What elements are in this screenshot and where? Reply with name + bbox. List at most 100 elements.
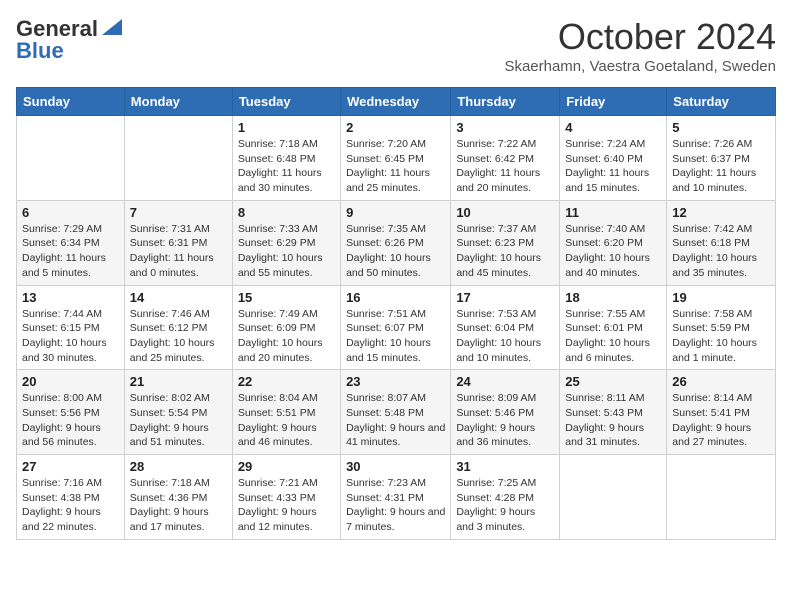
header-tuesday: Tuesday — [232, 88, 340, 116]
calendar-cell: 19 Sunrise: 7:58 AMSunset: 5:59 PMDayligh… — [667, 285, 776, 370]
day-info: Sunrise: 7:25 AMSunset: 4:28 PMDaylight:… — [456, 476, 554, 535]
calendar-cell: 8 Sunrise: 7:33 AMSunset: 6:29 PMDaylight… — [232, 200, 340, 285]
calendar-cell: 23 Sunrise: 8:07 AMSunset: 5:48 PMDayligh… — [341, 370, 451, 455]
header-friday: Friday — [560, 88, 667, 116]
day-info: Sunrise: 7:46 AMSunset: 6:12 PMDaylight:… — [130, 307, 227, 366]
day-number: 1 — [238, 120, 335, 135]
day-info: Sunrise: 7:58 AMSunset: 5:59 PMDaylight:… — [672, 307, 770, 366]
calendar-cell — [124, 116, 232, 201]
day-info: Sunrise: 7:22 AMSunset: 6:42 PMDaylight:… — [456, 137, 554, 196]
day-info: Sunrise: 8:07 AMSunset: 5:48 PMDaylight:… — [346, 391, 445, 450]
header-wednesday: Wednesday — [341, 88, 451, 116]
day-number: 7 — [130, 205, 227, 220]
calendar-cell: 6 Sunrise: 7:29 AMSunset: 6:34 PMDaylight… — [17, 200, 125, 285]
day-number: 23 — [346, 374, 445, 389]
day-number: 12 — [672, 205, 770, 220]
day-info: Sunrise: 7:29 AMSunset: 6:34 PMDaylight:… — [22, 222, 119, 281]
day-number: 14 — [130, 290, 227, 305]
calendar-week-2: 13Sunrise: 7:44 AMSunset: 6:15 PMDayligh… — [17, 285, 776, 370]
calendar-cell: 12 Sunrise: 7:42 AMSunset: 6:18 PMDayligh… — [667, 200, 776, 285]
day-info: Sunrise: 7:24 AMSunset: 6:40 PMDaylight:… — [565, 137, 661, 196]
page-header: General Blue October 2024 Skaerhamn, Vae… — [16, 16, 776, 75]
day-info: Sunrise: 7:53 AMSunset: 6:04 PMDaylight:… — [456, 307, 554, 366]
day-number: 8 — [238, 205, 335, 220]
calendar-cell: 29 Sunrise: 7:21 AMSunset: 4:33 PMDayligh… — [232, 455, 340, 540]
day-number: 9 — [346, 205, 445, 220]
day-info: Sunrise: 7:20 AMSunset: 6:45 PMDaylight:… — [346, 137, 445, 196]
calendar-cell: 28Sunrise: 7:18 AMSunset: 4:36 PMDayligh… — [124, 455, 232, 540]
logo-icon — [102, 19, 122, 35]
day-info: Sunrise: 7:51 AMSunset: 6:07 PMDaylight:… — [346, 307, 445, 366]
calendar-week-4: 27Sunrise: 7:16 AMSunset: 4:38 PMDayligh… — [17, 455, 776, 540]
calendar-cell — [667, 455, 776, 540]
calendar-cell: 18Sunrise: 7:55 AMSunset: 6:01 PMDayligh… — [560, 285, 667, 370]
calendar-cell: 1 Sunrise: 7:18 AMSunset: 6:48 PMDaylight… — [232, 116, 340, 201]
logo-blue-text: Blue — [16, 38, 64, 64]
day-number: 29 — [238, 459, 335, 474]
calendar-cell: 5 Sunrise: 7:26 AMSunset: 6:37 PMDaylight… — [667, 116, 776, 201]
day-number: 18 — [565, 290, 661, 305]
calendar-cell: 26Sunrise: 8:14 AMSunset: 5:41 PMDayligh… — [667, 370, 776, 455]
calendar-cell: 30 Sunrise: 7:23 AMSunset: 4:31 PMDayligh… — [341, 455, 451, 540]
day-number: 11 — [565, 205, 661, 220]
day-info: Sunrise: 7:42 AMSunset: 6:18 PMDaylight:… — [672, 222, 770, 281]
day-info: Sunrise: 8:04 AMSunset: 5:51 PMDaylight:… — [238, 391, 335, 450]
day-number: 6 — [22, 205, 119, 220]
day-info: Sunrise: 7:31 AMSunset: 6:31 PMDaylight:… — [130, 222, 227, 281]
calendar-cell: 20 Sunrise: 8:00 AMSunset: 5:56 PMDayligh… — [17, 370, 125, 455]
calendar-week-1: 6 Sunrise: 7:29 AMSunset: 6:34 PMDaylight… — [17, 200, 776, 285]
calendar-cell: 27Sunrise: 7:16 AMSunset: 4:38 PMDayligh… — [17, 455, 125, 540]
day-number: 27 — [22, 459, 119, 474]
day-number: 30 — [346, 459, 445, 474]
calendar-cell: 3 Sunrise: 7:22 AMSunset: 6:42 PMDaylight… — [451, 116, 560, 201]
calendar-cell: 10Sunrise: 7:37 AMSunset: 6:23 PMDayligh… — [451, 200, 560, 285]
day-info: Sunrise: 7:40 AMSunset: 6:20 PMDaylight:… — [565, 222, 661, 281]
calendar-cell: 9 Sunrise: 7:35 AMSunset: 6:26 PMDaylight… — [341, 200, 451, 285]
header-saturday: Saturday — [667, 88, 776, 116]
day-info: Sunrise: 7:49 AMSunset: 6:09 PMDaylight:… — [238, 307, 335, 366]
day-number: 5 — [672, 120, 770, 135]
day-info: Sunrise: 7:18 AMSunset: 6:48 PMDaylight:… — [238, 137, 335, 196]
calendar-cell: 13Sunrise: 7:44 AMSunset: 6:15 PMDayligh… — [17, 285, 125, 370]
day-info: Sunrise: 7:33 AMSunset: 6:29 PMDaylight:… — [238, 222, 335, 281]
header-monday: Monday — [124, 88, 232, 116]
header-sunday: Sunday — [17, 88, 125, 116]
calendar-cell: 4Sunrise: 7:24 AMSunset: 6:40 PMDaylight… — [560, 116, 667, 201]
day-number: 22 — [238, 374, 335, 389]
day-info: Sunrise: 7:26 AMSunset: 6:37 PMDaylight:… — [672, 137, 770, 196]
day-info: Sunrise: 7:44 AMSunset: 6:15 PMDaylight:… — [22, 307, 119, 366]
day-number: 24 — [456, 374, 554, 389]
day-info: Sunrise: 7:37 AMSunset: 6:23 PMDaylight:… — [456, 222, 554, 281]
calendar-cell: 22 Sunrise: 8:04 AMSunset: 5:51 PMDayligh… — [232, 370, 340, 455]
day-info: Sunrise: 8:11 AMSunset: 5:43 PMDaylight:… — [565, 391, 661, 450]
day-number: 31 — [456, 459, 554, 474]
day-info: Sunrise: 7:21 AMSunset: 4:33 PMDaylight:… — [238, 476, 335, 535]
calendar-cell: 11 Sunrise: 7:40 AMSunset: 6:20 PMDayligh… — [560, 200, 667, 285]
day-number: 19 — [672, 290, 770, 305]
day-info: Sunrise: 8:00 AMSunset: 5:56 PMDaylight:… — [22, 391, 119, 450]
day-info: Sunrise: 7:23 AMSunset: 4:31 PMDaylight:… — [346, 476, 445, 535]
calendar-cell: 17 Sunrise: 7:53 AMSunset: 6:04 PMDayligh… — [451, 285, 560, 370]
month-title: October 2024 — [504, 16, 776, 58]
day-number: 21 — [130, 374, 227, 389]
day-number: 15 — [238, 290, 335, 305]
calendar-table: Sunday Monday Tuesday Wednesday Thursday… — [16, 87, 776, 540]
day-number: 26 — [672, 374, 770, 389]
day-number: 25 — [565, 374, 661, 389]
day-number: 16 — [346, 290, 445, 305]
calendar-cell: 2 Sunrise: 7:20 AMSunset: 6:45 PMDaylight… — [341, 116, 451, 201]
calendar-week-0: 1 Sunrise: 7:18 AMSunset: 6:48 PMDaylight… — [17, 116, 776, 201]
day-number: 2 — [346, 120, 445, 135]
calendar-cell: 25 Sunrise: 8:11 AMSunset: 5:43 PMDayligh… — [560, 370, 667, 455]
calendar-cell: 14 Sunrise: 7:46 AMSunset: 6:12 PMDayligh… — [124, 285, 232, 370]
day-info: Sunrise: 7:18 AMSunset: 4:36 PMDaylight:… — [130, 476, 227, 535]
header-thursday: Thursday — [451, 88, 560, 116]
day-number: 17 — [456, 290, 554, 305]
day-number: 20 — [22, 374, 119, 389]
day-info: Sunrise: 7:35 AMSunset: 6:26 PMDaylight:… — [346, 222, 445, 281]
location-subtitle: Skaerhamn, Vaestra Goetaland, Sweden — [504, 58, 776, 75]
title-block: October 2024 Skaerhamn, Vaestra Goetalan… — [504, 16, 776, 75]
day-info: Sunrise: 8:02 AMSunset: 5:54 PMDaylight:… — [130, 391, 227, 450]
day-number: 3 — [456, 120, 554, 135]
calendar-cell: 31 Sunrise: 7:25 AMSunset: 4:28 PMDayligh… — [451, 455, 560, 540]
